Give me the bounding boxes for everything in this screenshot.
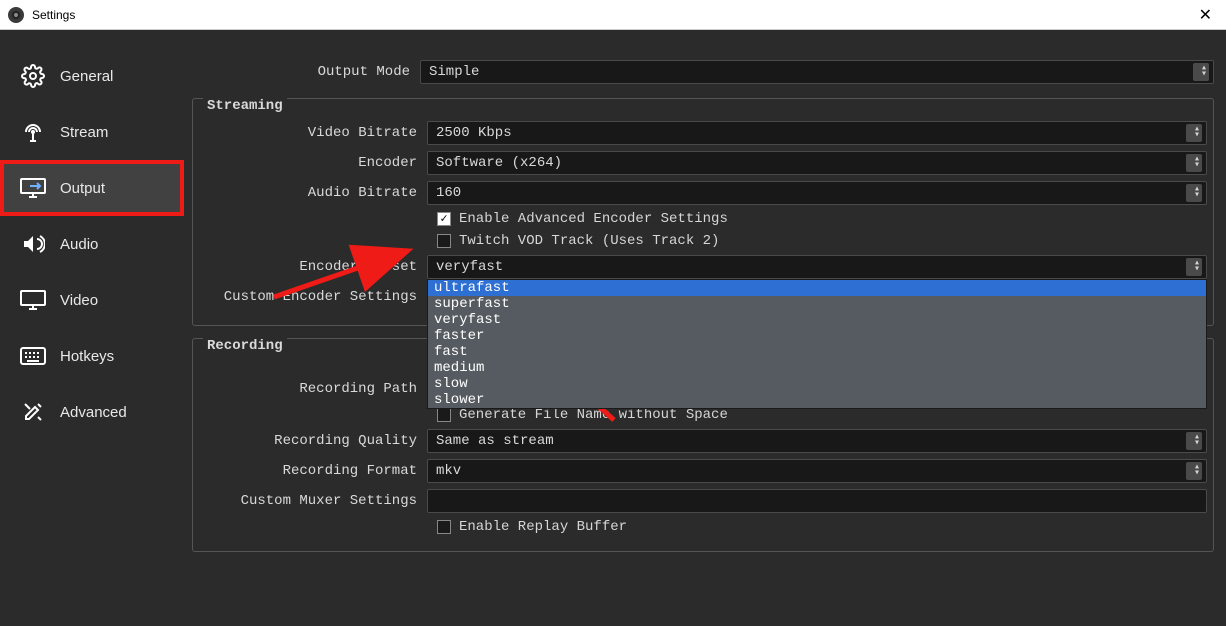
recording-format-label: Recording Format xyxy=(199,463,427,479)
output-mode-select[interactable]: Simple ▴▾ xyxy=(420,60,1214,84)
encoder-value: Software (x264) xyxy=(436,155,562,171)
chevron-updown-icon: ▴▾ xyxy=(1194,157,1200,169)
recording-quality-label: Recording Quality xyxy=(199,433,427,449)
audio-bitrate-select[interactable]: 160 ▴▾ xyxy=(427,181,1207,205)
sidebar-item-advanced[interactable]: Advanced xyxy=(0,384,184,440)
audio-icon xyxy=(18,232,48,256)
recording-quality-row: Recording Quality Same as stream ▴▾ xyxy=(199,429,1207,453)
filename-nospace-checkbox[interactable] xyxy=(437,408,451,422)
settings-root: General Stream Output Audio Video xyxy=(0,30,1226,626)
audio-bitrate-label: Audio Bitrate xyxy=(199,185,427,201)
titlebar: Settings ✕ xyxy=(0,0,1226,30)
recording-format-select[interactable]: mkv ▴▾ xyxy=(427,459,1207,483)
settings-content: Output Mode Simple ▴▾ Streaming Video Bi… xyxy=(184,30,1226,626)
filename-nospace-row[interactable]: Generate File Name without Space xyxy=(199,407,1207,423)
streaming-legend: Streaming xyxy=(203,98,287,114)
muxer-label: Custom Muxer Settings xyxy=(199,493,427,509)
custom-encoder-label: Custom Encoder Settings xyxy=(199,289,427,305)
sidebar-item-general[interactable]: General xyxy=(0,48,184,104)
replay-buffer-row[interactable]: Enable Replay Buffer xyxy=(199,519,1207,535)
close-icon[interactable]: ✕ xyxy=(1193,5,1218,25)
spinner-icon: ▴▾ xyxy=(1194,127,1200,139)
filename-nospace-label: Generate File Name without Space xyxy=(459,407,728,423)
preset-option[interactable]: fast xyxy=(428,344,1206,360)
recording-legend: Recording xyxy=(203,338,287,354)
muxer-input[interactable] xyxy=(427,489,1207,513)
twitch-vod-checkbox[interactable] xyxy=(437,234,451,248)
sidebar-item-output[interactable]: Output xyxy=(0,160,184,216)
preset-option[interactable]: veryfast xyxy=(428,312,1206,328)
chevron-updown-icon: ▴▾ xyxy=(1194,465,1200,477)
obs-app-icon xyxy=(8,7,24,23)
preset-option[interactable]: slower xyxy=(428,392,1206,408)
window-title: Settings xyxy=(32,8,75,22)
encoder-preset-row: Encoder Preset veryfast ▴▾ xyxy=(199,255,1207,279)
output-mode-row: Output Mode Simple ▴▾ xyxy=(192,60,1214,84)
sidebar-item-audio[interactable]: Audio xyxy=(0,216,184,272)
encoder-preset-label: Encoder Preset xyxy=(199,259,427,275)
stream-icon xyxy=(18,120,48,144)
tools-icon xyxy=(18,400,48,424)
recording-quality-select[interactable]: Same as stream ▴▾ xyxy=(427,429,1207,453)
video-bitrate-value: 2500 Kbps xyxy=(436,125,512,141)
preset-option[interactable]: slow xyxy=(428,376,1206,392)
sidebar-item-label: Stream xyxy=(60,124,108,141)
sidebar-item-video[interactable]: Video xyxy=(0,272,184,328)
encoder-preset-dropdown-list[interactable]: ultrafastsuperfastveryfastfasterfastmedi… xyxy=(427,279,1207,409)
chevron-updown-icon: ▴▾ xyxy=(1201,66,1207,78)
chevron-updown-icon: ▴▾ xyxy=(1194,261,1200,273)
twitch-vod-label: Twitch VOD Track (Uses Track 2) xyxy=(459,233,719,249)
recording-quality-value: Same as stream xyxy=(436,433,554,449)
enable-advanced-label: Enable Advanced Encoder Settings xyxy=(459,211,728,227)
muxer-row: Custom Muxer Settings xyxy=(199,489,1207,513)
preset-option[interactable]: medium xyxy=(428,360,1206,376)
settings-sidebar: General Stream Output Audio Video xyxy=(0,30,184,626)
enable-advanced-row[interactable]: Enable Advanced Encoder Settings xyxy=(199,211,1207,227)
twitch-vod-row[interactable]: Twitch VOD Track (Uses Track 2) xyxy=(199,233,1207,249)
chevron-updown-icon: ▴▾ xyxy=(1194,435,1200,447)
video-bitrate-label: Video Bitrate xyxy=(199,125,427,141)
encoder-row: Encoder Software (x264) ▴▾ xyxy=(199,151,1207,175)
output-mode-label: Output Mode xyxy=(192,64,420,80)
sidebar-item-label: Audio xyxy=(60,236,98,253)
recording-format-row: Recording Format mkv ▴▾ xyxy=(199,459,1207,483)
sidebar-item-label: Advanced xyxy=(60,404,127,421)
audio-bitrate-row: Audio Bitrate 160 ▴▾ xyxy=(199,181,1207,205)
sidebar-item-label: Video xyxy=(60,292,98,309)
encoder-label: Encoder xyxy=(199,155,427,171)
output-icon xyxy=(18,176,48,200)
sidebar-item-stream[interactable]: Stream xyxy=(0,104,184,160)
encoder-preset-value: veryfast xyxy=(436,259,503,275)
recording-format-value: mkv xyxy=(436,463,461,479)
sidebar-item-hotkeys[interactable]: Hotkeys xyxy=(0,328,184,384)
video-bitrate-row: Video Bitrate 2500 Kbps ▴▾ xyxy=(199,121,1207,145)
sidebar-item-label: General xyxy=(60,68,113,85)
keyboard-icon xyxy=(18,344,48,368)
output-mode-value: Simple xyxy=(429,64,479,80)
recording-path-label: Recording Path xyxy=(199,381,427,397)
preset-option[interactable]: superfast xyxy=(428,296,1206,312)
video-bitrate-input[interactable]: 2500 Kbps ▴▾ xyxy=(427,121,1207,145)
replay-buffer-label: Enable Replay Buffer xyxy=(459,519,627,535)
encoder-preset-select[interactable]: veryfast ▴▾ xyxy=(427,255,1207,279)
encoder-select[interactable]: Software (x264) ▴▾ xyxy=(427,151,1207,175)
audio-bitrate-value: 160 xyxy=(436,185,461,201)
video-icon xyxy=(18,288,48,312)
preset-option[interactable]: faster xyxy=(428,328,1206,344)
gear-icon xyxy=(18,64,48,88)
preset-option[interactable]: ultrafast xyxy=(428,280,1206,296)
enable-advanced-checkbox[interactable] xyxy=(437,212,451,226)
sidebar-item-label: Output xyxy=(60,180,105,197)
replay-buffer-checkbox[interactable] xyxy=(437,520,451,534)
sidebar-item-label: Hotkeys xyxy=(60,348,114,365)
chevron-updown-icon: ▴▾ xyxy=(1194,187,1200,199)
